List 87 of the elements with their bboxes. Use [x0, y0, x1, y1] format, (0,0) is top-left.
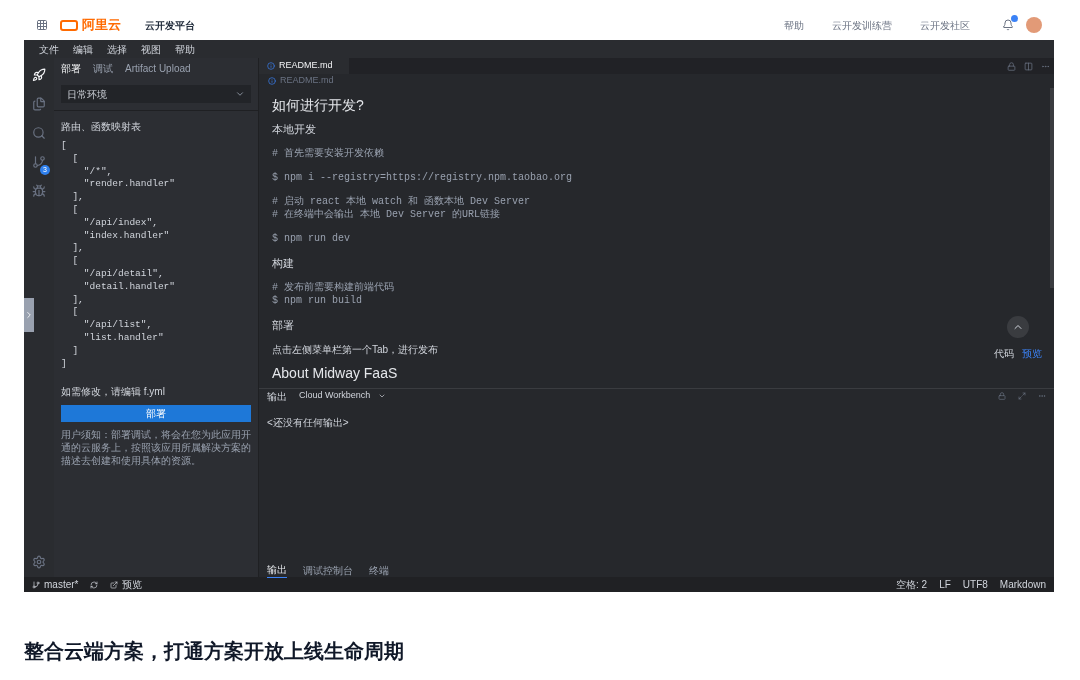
- sync-icon[interactable]: [90, 580, 99, 589]
- chevron-down-icon: [235, 89, 245, 99]
- code-line: # 启动 react 本地 watch 和 函数本地 Dev Server: [272, 195, 532, 208]
- menu-item[interactable]: 视图: [134, 41, 168, 57]
- nav-link[interactable]: 云开发社区: [920, 17, 970, 33]
- maximize-icon[interactable]: [1018, 392, 1026, 400]
- info-icon: [268, 77, 276, 85]
- menu-item[interactable]: 编辑: [66, 41, 100, 57]
- code-line: [: [71, 152, 80, 166]
- code-line: "/api/detail",: [82, 267, 165, 281]
- more-icon[interactable]: [1038, 392, 1046, 400]
- readme-subheading: 部署: [272, 318, 294, 332]
- status-item[interactable]: LF: [939, 577, 951, 592]
- output-text: <还没有任何输出>: [267, 417, 349, 428]
- panel-tab[interactable]: 调试: [93, 60, 113, 76]
- deploy-button[interactable]: 部署: [61, 405, 251, 423]
- code-line: [: [71, 306, 80, 320]
- menu-item[interactable]: 文件: [32, 41, 66, 57]
- code-line: "list.handler": [82, 331, 165, 345]
- user-avatar[interactable]: [1026, 17, 1042, 33]
- readme-heading: 如何进行开发?: [272, 96, 364, 114]
- edit-hint: 如需修改，请编辑 f.yml: [61, 385, 166, 400]
- view-toggle[interactable]: 代码: [994, 346, 1014, 361]
- menu-item[interactable]: 帮助: [168, 41, 202, 57]
- code-line: [: [71, 204, 80, 217]
- lock-icon[interactable]: [1007, 61, 1016, 71]
- code-line: ]: [61, 357, 68, 371]
- branch-icon[interactable]: [32, 155, 46, 169]
- branch-status[interactable]: master*: [32, 577, 79, 592]
- code-line: # 在终端中会输出 本地 Dev Server 的URL链接: [272, 208, 502, 221]
- search-icon[interactable]: [32, 126, 46, 140]
- readme-paragraph: 点击左侧菜单栏第一个Tab，进行发布: [272, 343, 439, 356]
- panel-tab[interactable]: Artifact Upload: [125, 60, 191, 76]
- view-toggle[interactable]: 预览: [1022, 346, 1042, 361]
- code-line: ],: [71, 191, 85, 204]
- menu-item[interactable]: 选择: [100, 41, 134, 57]
- code-line: "detail.handler": [82, 280, 177, 294]
- code-line: ],: [71, 242, 85, 256]
- code-line: [: [61, 140, 68, 153]
- external-link-icon: [110, 580, 119, 589]
- status-item[interactable]: UTF8: [962, 577, 988, 592]
- code-line: $ npm i --registry=https://registry.npm.taobao.org: [272, 171, 574, 184]
- code-line: "index.handler": [82, 229, 171, 243]
- drawer-handle-icon[interactable]: [24, 298, 34, 332]
- code-line: # 发布前需要构建前端代码: [272, 281, 395, 294]
- panel-tab[interactable]: 调试控制台: [303, 562, 353, 578]
- code-line: "render.handler": [82, 178, 177, 192]
- nav-link[interactable]: 云开发训练营: [832, 17, 892, 33]
- channel-select[interactable]: Cloud Workbench: [299, 389, 387, 403]
- scroll-top-button[interactable]: [1007, 316, 1029, 338]
- settings-icon[interactable]: [32, 555, 46, 569]
- logo-icon: [60, 19, 78, 31]
- split-editor-icon[interactable]: [1024, 61, 1033, 71]
- code-line: ]: [71, 344, 80, 358]
- rocket-icon[interactable]: [32, 68, 46, 82]
- status-item[interactable]: 空格: 2: [896, 577, 928, 592]
- notice-text: 用户须知：部署调试，将会在您为此应用开通的云服务上，按照该应用所属解决方案的描述去创建和使用具体的资源。: [61, 428, 251, 468]
- nav-link[interactable]: 帮助: [784, 17, 804, 33]
- panel-tab[interactable]: 终端: [369, 562, 389, 578]
- product-name[interactable]: 云开发平台: [145, 17, 195, 33]
- preview-link[interactable]: 预览: [110, 577, 143, 592]
- section-title: 路由、函数映射表: [61, 120, 142, 134]
- readme-subheading: 构建: [272, 256, 294, 270]
- code-line: ],: [71, 293, 85, 307]
- editor-tab[interactable]: README.md: [259, 58, 349, 74]
- readme-heading: About Midway FaaS: [272, 364, 398, 382]
- chevron-down-icon: [378, 392, 387, 400]
- code-line: $ npm run dev: [272, 232, 351, 245]
- code-line: $ npm run build: [272, 294, 363, 307]
- apps-grid-icon[interactable]: [36, 19, 48, 31]
- code-line: "/api/list",: [82, 319, 154, 332]
- code-line: [: [71, 255, 80, 268]
- bug-icon[interactable]: [32, 184, 46, 198]
- code-line: "/*",: [82, 165, 114, 179]
- logo-text: 阿里云: [82, 16, 121, 35]
- lock-icon[interactable]: [998, 392, 1006, 400]
- environment-select[interactable]: 日常环境: [61, 85, 251, 103]
- panel-label: 输出: [267, 389, 287, 404]
- readme-subheading: 本地开发: [272, 122, 316, 136]
- files-icon[interactable]: [32, 97, 46, 111]
- branch-icon: [32, 580, 40, 589]
- info-icon: [267, 62, 275, 70]
- code-line: # 首先需要安装开发依赖: [272, 147, 385, 160]
- panel-tab[interactable]: 部署: [61, 60, 81, 76]
- status-item[interactable]: Markdown: [999, 577, 1046, 592]
- caption: 整合云端方案，打通方案开放上线生命周期: [24, 639, 405, 664]
- code-line: "/api/index",: [82, 216, 159, 230]
